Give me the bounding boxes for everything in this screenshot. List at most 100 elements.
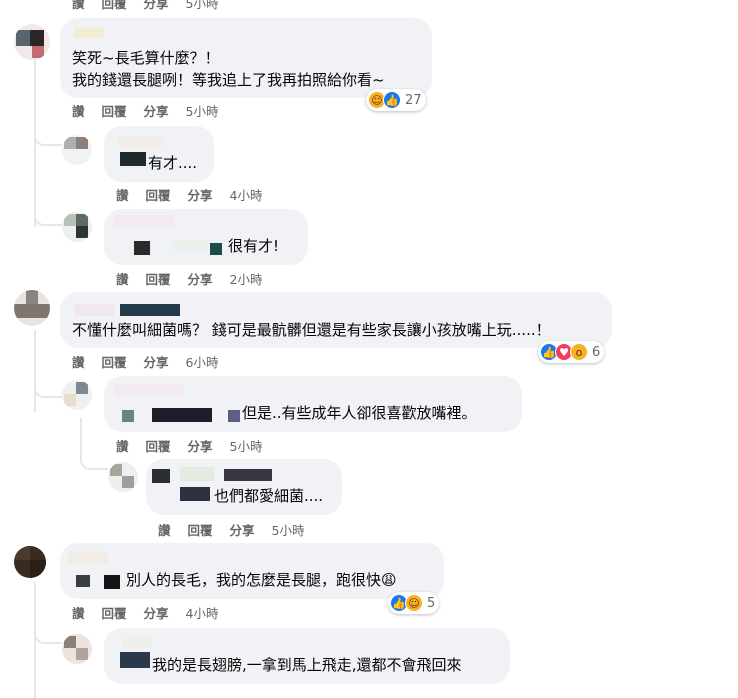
reaction-summary[interactable]: 👍 ♥ o 6 bbox=[538, 341, 605, 363]
comment-actions: 讚 回覆 分享 5小時 bbox=[72, 0, 236, 12]
reply-button[interactable]: 回覆 bbox=[146, 269, 171, 288]
avatar[interactable] bbox=[62, 634, 92, 664]
avatar-pixel bbox=[76, 137, 88, 149]
like-button[interactable]: 讚 bbox=[116, 436, 129, 455]
username-redacted[interactable] bbox=[68, 551, 108, 563]
username-redacted[interactable] bbox=[228, 410, 240, 422]
reply-button[interactable]: 回覆 bbox=[102, 603, 127, 622]
timestamp[interactable]: 2小時 bbox=[230, 269, 263, 288]
avatar[interactable] bbox=[14, 546, 46, 578]
comment-bubble: 笑死~長毛算什麼？！ 我的錢還長腿咧！等我追上了我再拍照給你看~ bbox=[60, 18, 432, 98]
thread-connector bbox=[34, 200, 62, 226]
reaction-count: 27 bbox=[405, 92, 422, 108]
like-button[interactable]: 讚 bbox=[72, 101, 85, 120]
avatar-pixel bbox=[76, 648, 88, 660]
thread-connector bbox=[34, 622, 62, 644]
username-redacted[interactable] bbox=[120, 652, 150, 668]
timestamp[interactable]: 5小時 bbox=[186, 101, 219, 120]
share-button[interactable]: 分享 bbox=[144, 352, 169, 371]
share-button[interactable]: 分享 bbox=[188, 269, 213, 288]
comment-text: 我的錢還長腿咧！等我追上了我再拍照給你看~ bbox=[72, 71, 385, 89]
avatar-pixel bbox=[64, 137, 76, 149]
username-redacted[interactable] bbox=[118, 136, 164, 148]
reply-actions: 讚 回覆 分享 2小時 bbox=[116, 269, 280, 288]
reply-text: 也們都愛細菌.... bbox=[214, 487, 324, 505]
timestamp[interactable]: 5小時 bbox=[186, 0, 219, 12]
reaction-count: 5 bbox=[427, 595, 436, 611]
reply-bubble: 我的是長翅膀,一拿到馬上飛走,還都不會飛回來 bbox=[104, 628, 510, 684]
avatar-pixel bbox=[64, 636, 76, 648]
reply-button[interactable]: 回覆 bbox=[102, 0, 127, 12]
username-redacted[interactable] bbox=[114, 215, 174, 227]
username-redacted[interactable] bbox=[114, 384, 184, 396]
username-redacted[interactable] bbox=[120, 304, 180, 316]
reply-button[interactable]: 回覆 bbox=[102, 101, 127, 120]
reply-actions: 讚 回覆 分享 4小時 bbox=[116, 185, 280, 204]
like-button[interactable]: 讚 bbox=[158, 520, 171, 539]
avatar-pixel bbox=[30, 560, 46, 578]
reply-button[interactable]: 回覆 bbox=[102, 352, 127, 371]
avatar[interactable] bbox=[14, 24, 50, 60]
reply-button[interactable]: 回覆 bbox=[146, 185, 171, 204]
avatar-pixel bbox=[76, 382, 88, 394]
username-redacted[interactable] bbox=[152, 408, 212, 422]
avatar[interactable] bbox=[62, 380, 92, 410]
username-redacted[interactable] bbox=[180, 487, 210, 501]
username-redacted[interactable] bbox=[74, 304, 114, 316]
reply-button[interactable]: 回覆 bbox=[188, 520, 213, 539]
comment-text: 別人的長毛，我的怎麼是長腿，跑很快😩 bbox=[126, 571, 397, 589]
avatar[interactable] bbox=[14, 290, 50, 326]
like-button[interactable]: 讚 bbox=[116, 185, 129, 204]
username-redacted[interactable] bbox=[224, 469, 272, 481]
timestamp[interactable]: 5小時 bbox=[272, 520, 305, 539]
comment-bubble: 不懂什麼叫細菌嗎？ 錢可是最骯髒但還是有些家長讓小孩放嘴上玩.....！ bbox=[60, 292, 612, 348]
share-button[interactable]: 分享 bbox=[144, 0, 169, 12]
avatar-pixel bbox=[14, 546, 30, 560]
timestamp[interactable]: 4小時 bbox=[230, 185, 263, 204]
reaction-count: 6 bbox=[592, 344, 601, 360]
username-redacted[interactable] bbox=[210, 243, 222, 255]
reply-text: 我的是長翅膀,一拿到馬上飛走,還都不會飛回來 bbox=[152, 656, 462, 674]
username-redacted[interactable] bbox=[76, 575, 90, 587]
share-button[interactable]: 分享 bbox=[188, 436, 213, 455]
avatar[interactable] bbox=[62, 212, 92, 242]
like-button[interactable]: 讚 bbox=[116, 269, 129, 288]
like-button[interactable]: 讚 bbox=[72, 352, 85, 371]
reply-bubble: 也們都愛細菌.... bbox=[146, 459, 342, 515]
avatar[interactable] bbox=[108, 462, 138, 492]
timestamp[interactable]: 4小時 bbox=[186, 603, 219, 622]
avatar[interactable] bbox=[62, 135, 92, 165]
comment-text: 不懂什麼叫細菌嗎？ 錢可是最骯髒但還是有些家長讓小孩放嘴上玩.....！ bbox=[72, 321, 551, 339]
like-button[interactable]: 讚 bbox=[72, 603, 85, 622]
username-redacted[interactable] bbox=[122, 410, 134, 422]
username-redacted[interactable] bbox=[122, 634, 152, 648]
username-redacted[interactable] bbox=[172, 239, 208, 251]
timestamp[interactable]: 5小時 bbox=[230, 436, 263, 455]
reply-bubble: 有才.... bbox=[104, 126, 214, 182]
timestamp[interactable]: 6小時 bbox=[186, 352, 219, 371]
reaction-summary[interactable]: 👍 ☺ 5 bbox=[388, 592, 440, 614]
avatar-pixel bbox=[64, 214, 76, 226]
reply-button[interactable]: 回覆 bbox=[146, 436, 171, 455]
username-redacted[interactable] bbox=[120, 152, 146, 166]
username-redacted[interactable] bbox=[74, 28, 104, 38]
share-button[interactable]: 分享 bbox=[144, 603, 169, 622]
share-button[interactable]: 分享 bbox=[230, 520, 255, 539]
username-redacted[interactable] bbox=[104, 575, 120, 589]
thread-line bbox=[34, 330, 36, 412]
avatar-pixel bbox=[76, 226, 88, 238]
username-redacted[interactable] bbox=[152, 469, 170, 483]
like-button[interactable]: 讚 bbox=[72, 0, 85, 12]
share-button[interactable]: 分享 bbox=[144, 101, 169, 120]
comment-actions: 讚 回覆 分享 4小時 bbox=[72, 603, 236, 622]
reply-text: 很有才! bbox=[228, 237, 280, 255]
avatar-pixel bbox=[14, 304, 50, 318]
share-button[interactable]: 分享 bbox=[188, 185, 213, 204]
username-redacted[interactable] bbox=[180, 467, 214, 481]
username-redacted[interactable] bbox=[134, 241, 150, 255]
reply-bubble: 但是..有些成年人卻很喜歡放嘴裡。 bbox=[104, 376, 522, 432]
thread-connector bbox=[80, 444, 108, 470]
avatar-pixel bbox=[64, 394, 76, 406]
comment-actions: 讚 回覆 分享 6小時 bbox=[72, 352, 236, 371]
reaction-summary[interactable]: ☺ 👍 27 bbox=[366, 89, 426, 111]
